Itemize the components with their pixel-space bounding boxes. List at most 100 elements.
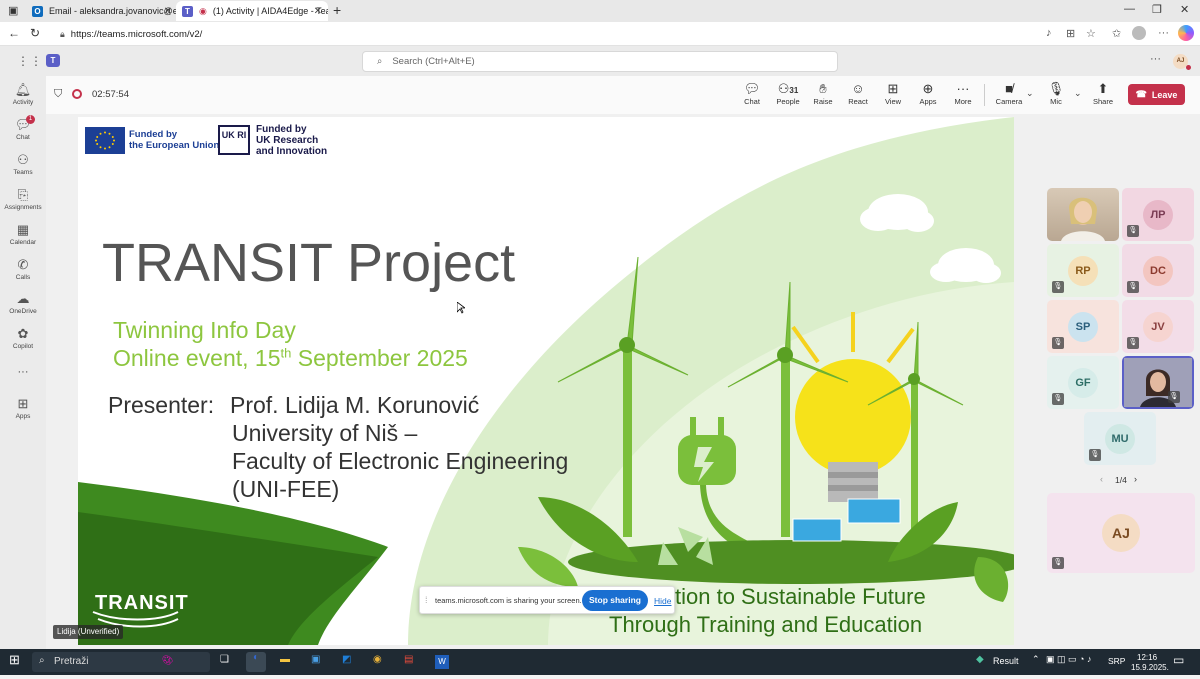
- camera-button[interactable]: ■̸ Camera: [989, 80, 1029, 106]
- drag-handle-icon[interactable]: ⁞: [425, 595, 428, 605]
- rail-apps[interactable]: ⊞ Apps: [0, 396, 46, 420]
- tray-chevron-icon[interactable]: ⌃: [1032, 654, 1040, 670]
- chat-label: Chat: [744, 97, 760, 106]
- affiliation-3: (UNI-FEE): [232, 476, 340, 502]
- word-icon[interactable]: W: [435, 655, 449, 669]
- close-tab-icon[interactable]: ✕: [314, 6, 322, 17]
- rail-chat[interactable]: 💬︎ 1 Chat: [0, 115, 46, 141]
- tab-email[interactable]: O Email - aleksandra.jovanovic@elf ✕: [26, 1, 178, 21]
- participant-video-tile[interactable]: [1047, 188, 1119, 241]
- close-tab-icon[interactable]: ✕: [164, 6, 172, 17]
- search-icon: ⌕: [39, 655, 45, 666]
- rail-assignments[interactable]: ⎘ Assignments: [0, 187, 46, 211]
- taskbar-search[interactable]: ⌕ Pretraži 🎨︎: [32, 652, 210, 672]
- mic-muted-icon: 🎙︎: [1052, 393, 1064, 405]
- people-count: 31: [789, 86, 799, 95]
- more-icon: ···: [17, 366, 29, 378]
- mic-button[interactable]: 🎙︎ Mic: [1036, 80, 1076, 106]
- more-button[interactable]: ··· More: [943, 80, 983, 106]
- participant-video-tile-speaking[interactable]: 🎙︎: [1122, 356, 1194, 409]
- rail-more[interactable]: ···: [0, 366, 46, 378]
- participant-tile[interactable]: DC 🎙︎: [1122, 244, 1194, 297]
- self-view-tile[interactable]: AJ 🎙︎: [1047, 493, 1195, 573]
- minimize-icon[interactable]: —: [1124, 3, 1135, 15]
- rail-calendar[interactable]: ▦ Calendar: [0, 222, 46, 246]
- mic-options-chevron-icon[interactable]: ⌄: [1074, 88, 1082, 99]
- tagline-2: Through Training and Education: [609, 612, 923, 637]
- app-icon[interactable]: ▤: [404, 654, 413, 670]
- maximize-icon[interactable]: ❐: [1152, 3, 1162, 16]
- new-tab-button[interactable]: +: [333, 2, 341, 18]
- apps-icon: ⊞: [17, 396, 29, 411]
- view-button[interactable]: ⊞ View: [873, 80, 913, 106]
- participant-tile[interactable]: MU 🎙︎: [1084, 412, 1156, 465]
- language-indicator[interactable]: SRP: [1108, 656, 1125, 672]
- share-button[interactable]: ⬆ Share: [1083, 80, 1123, 106]
- next-page-icon[interactable]: ›: [1134, 474, 1137, 484]
- tab-email-title: Email - aleksandra.jovanovic@elf: [49, 6, 178, 16]
- window-close-icon[interactable]: ✕: [1180, 3, 1189, 16]
- outlook-icon[interactable]: ◩: [342, 654, 351, 670]
- hide-notice-link[interactable]: Hide: [654, 596, 671, 606]
- copilot-icon[interactable]: [1178, 25, 1194, 41]
- react-button[interactable]: ☺ React: [838, 80, 878, 106]
- rail-label: Copilot: [12, 343, 34, 350]
- task-view-icon[interactable]: ❏: [220, 654, 229, 670]
- notifications-icon[interactable]: ▭: [1173, 653, 1184, 669]
- windows-start-icon[interactable]: ⊞: [9, 652, 20, 668]
- file-explorer-icon[interactable]: ▬: [280, 654, 290, 670]
- more-label: More: [954, 97, 972, 106]
- eu-funding-text: Funded by the European Union: [129, 129, 219, 151]
- weather-text[interactable]: Result: [993, 656, 1019, 672]
- tab-actions-icon[interactable]: ▣: [8, 4, 18, 17]
- mic-off-icon: 🎙︎: [1047, 81, 1065, 96]
- stop-sharing-button[interactable]: Stop sharing: [582, 590, 648, 611]
- back-icon[interactable]: ←: [8, 26, 20, 40]
- shield-icon: ⛉: [54, 88, 63, 100]
- more-icon: ···: [956, 81, 970, 96]
- favorites-icon[interactable]: ✩: [1112, 27, 1121, 40]
- rail-teams[interactable]: ⚇ Teams: [0, 152, 46, 176]
- participant-tile[interactable]: JV 🎙︎: [1122, 300, 1194, 353]
- chrome-icon[interactable]: ◉: [373, 654, 382, 670]
- profile-avatar[interactable]: [1132, 26, 1146, 40]
- leave-button[interactable]: ☎ Leave: [1128, 84, 1185, 105]
- mic-muted-icon: 🎙︎: [1127, 281, 1139, 293]
- people-label: People: [776, 97, 800, 106]
- search-input[interactable]: ⌕ Search (Ctrl+Alt+E): [362, 51, 838, 72]
- tray-icons[interactable]: ▣ ◫ ▭ ◔ ♪: [1046, 654, 1091, 670]
- url-field[interactable]: 🔒︎ https://teams.microsoft.com/v2/: [54, 25, 1184, 43]
- rail-onedrive[interactable]: ☁ OneDrive: [0, 291, 46, 315]
- ukri-funding-text: Funded by UK Research and Innovation: [256, 124, 327, 157]
- rail-label: Calls: [15, 274, 31, 281]
- people-button[interactable]: ⚇31 People: [768, 80, 808, 106]
- raise-hand-button[interactable]: ✋︎ Raise: [803, 80, 843, 106]
- rail-activity[interactable]: 🔔︎ Activity: [0, 82, 46, 106]
- chat-button[interactable]: 💬︎ Chat: [732, 80, 772, 106]
- edge-icon[interactable]: ◐: [246, 652, 266, 672]
- apps-label: Apps: [919, 97, 937, 106]
- settings-more-icon[interactable]: ···: [1150, 53, 1161, 65]
- favorite-star-icon[interactable]: ☆: [1086, 27, 1096, 40]
- teams-icon: T: [182, 5, 193, 17]
- people-icon: ⚇31: [777, 81, 799, 96]
- rail-label: Apps: [15, 413, 31, 420]
- prev-page-icon[interactable]: ‹: [1100, 474, 1103, 484]
- rail-copilot[interactable]: ✿ Copilot: [0, 326, 46, 350]
- apps-button[interactable]: ⊕ Apps: [908, 80, 948, 106]
- tab-teams[interactable]: T ◉ (1) Activity | AIDA4Edge - Tea ✕: [176, 1, 328, 21]
- participant-tile[interactable]: RP 🎙︎: [1047, 244, 1119, 297]
- participant-tile[interactable]: SP 🎙︎: [1047, 300, 1119, 353]
- app-available-icon[interactable]: ⊞: [1066, 27, 1075, 40]
- rail-calls[interactable]: ✆ Calls: [0, 257, 46, 281]
- refresh-icon[interactable]: ↻: [30, 26, 40, 40]
- mic-muted-icon: 🎙︎: [1127, 337, 1139, 349]
- browser-menu-icon[interactable]: ···: [1158, 27, 1169, 39]
- assignments-icon: ⎘: [17, 187, 29, 202]
- camera-options-chevron-icon[interactable]: ⌄: [1026, 88, 1034, 99]
- clock-date[interactable]: 15.9.2025.: [1131, 663, 1169, 679]
- store-icon[interactable]: ▣: [311, 654, 320, 670]
- mic-permission-icon[interactable]: ♪: [1046, 27, 1052, 39]
- participant-tile[interactable]: ЛР 🎙︎: [1122, 188, 1194, 241]
- participant-tile[interactable]: GF 🎙︎: [1047, 356, 1119, 409]
